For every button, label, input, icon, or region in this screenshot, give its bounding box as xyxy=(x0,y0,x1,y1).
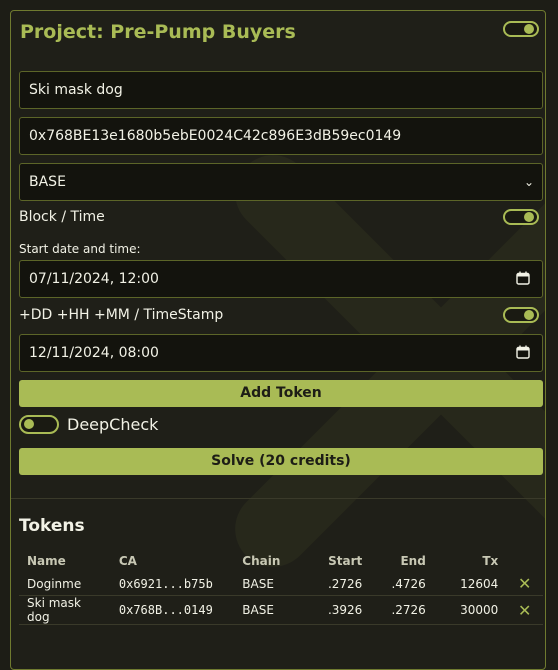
calendar-icon[interactable] xyxy=(516,345,530,359)
cell-chain: BASE xyxy=(234,572,307,596)
cell-name: Ski mask dog xyxy=(19,595,111,625)
add-token-button[interactable]: Add Token xyxy=(19,380,543,407)
col-remove xyxy=(506,550,543,572)
block-time-label: Block / Time xyxy=(19,209,105,225)
divider xyxy=(11,498,545,499)
cell-ca: 0x768B...0149 xyxy=(110,595,235,625)
cell-tx: 30000 xyxy=(433,595,507,625)
col-end: End xyxy=(400,554,426,568)
col-name: Name xyxy=(27,554,66,568)
cell-end: .2726 xyxy=(370,595,434,625)
table-header-row: Name CA Chain Start End Tx xyxy=(19,550,543,572)
project-panel: Project: Pre-Pump Buyers Ski mask dog 0x… xyxy=(10,10,546,670)
start-date-label: Start date and time: xyxy=(19,242,141,256)
col-chain: Chain xyxy=(242,554,281,568)
toggle-knob xyxy=(524,24,534,34)
offset-label: +DD +HH +MM / TimeStamp xyxy=(19,307,224,323)
deepcheck-label: DeepCheck xyxy=(67,415,159,434)
project-toggle[interactable] xyxy=(503,21,539,37)
calendar-icon[interactable] xyxy=(516,271,530,285)
chain-select-value: BASE xyxy=(29,174,66,190)
col-start: Start xyxy=(328,554,363,568)
close-icon[interactable]: ✕ xyxy=(506,595,543,625)
chevron-down-icon: ⌄ xyxy=(523,175,534,189)
cell-end: .4726 xyxy=(370,572,434,596)
toggle-knob xyxy=(524,310,534,320)
chain-select[interactable]: BASE ⌄ xyxy=(19,163,543,201)
toggle-knob xyxy=(24,419,34,429)
cell-name: Doginme xyxy=(19,572,111,596)
cell-ca: 0x6921...b75b xyxy=(110,572,235,596)
offset-toggle[interactable] xyxy=(503,307,539,323)
start-datetime-value: 07/11/2024, 12:00 xyxy=(29,271,159,287)
block-time-toggle[interactable] xyxy=(503,209,539,225)
start-datetime-input[interactable]: 07/11/2024, 12:00 xyxy=(19,260,543,298)
table-row: Doginme 0x6921...b75b BASE .2726 .4726 1… xyxy=(19,572,543,596)
contract-address-input[interactable]: 0x768BE13e1680b5ebE0024C42c896E3dB59ec01… xyxy=(19,117,543,155)
cell-tx: 12604 xyxy=(433,572,507,596)
tokens-table: Name CA Chain Start End Tx Doginme 0x692… xyxy=(19,550,543,625)
solve-button[interactable]: Solve (20 credits) xyxy=(19,448,543,475)
cell-start: .3926 xyxy=(306,595,371,625)
tokens-title: Tokens xyxy=(19,516,85,536)
end-datetime-input[interactable]: 12/11/2024, 08:00 xyxy=(19,334,543,372)
page-title: Project: Pre-Pump Buyers xyxy=(20,21,296,43)
end-datetime-value: 12/11/2024, 08:00 xyxy=(29,345,159,361)
table-row: Ski mask dog 0x768B...0149 BASE .3926 .2… xyxy=(19,595,543,625)
cell-start: .2726 xyxy=(306,572,371,596)
col-ca: CA xyxy=(118,554,137,568)
token-name-input[interactable]: Ski mask dog xyxy=(19,71,543,109)
col-tx: Tx xyxy=(482,554,499,568)
cell-chain: BASE xyxy=(234,595,307,625)
close-icon[interactable]: ✕ xyxy=(506,572,543,596)
deepcheck-toggle[interactable] xyxy=(19,415,59,434)
toggle-knob xyxy=(524,212,534,222)
